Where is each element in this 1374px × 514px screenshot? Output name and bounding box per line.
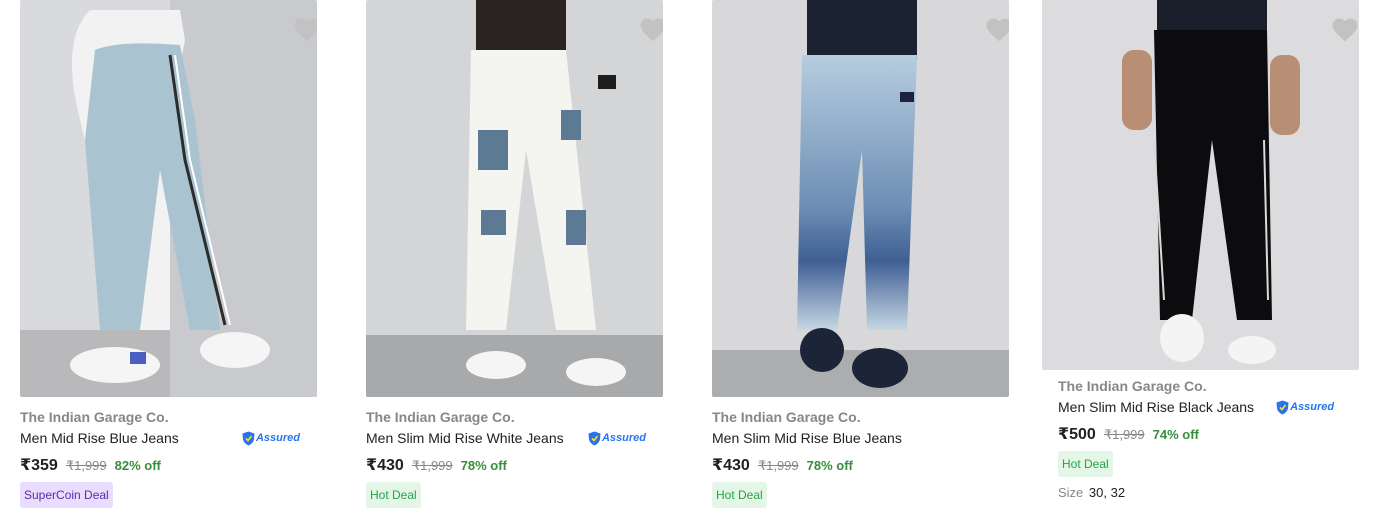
supercoin-deal-badge: SuperCoin Deal — [20, 482, 113, 508]
product-image[interactable] — [1042, 0, 1359, 370]
discount-percent: 74% off — [1152, 427, 1199, 442]
assured-label: Assured — [1290, 401, 1335, 413]
price-row: ₹359 ₹1,999 82% off — [20, 455, 318, 477]
product-image[interactable] — [366, 0, 663, 397]
product-image[interactable] — [20, 0, 317, 397]
product-photo — [712, 0, 1009, 397]
product-photo — [1042, 0, 1359, 370]
selling-price: ₹430 — [712, 457, 750, 474]
assured-shield-icon — [242, 431, 255, 445]
product-brand: The Indian Garage Co. — [20, 409, 169, 425]
assured-shield-icon — [1276, 400, 1289, 414]
product-name-row: Men Slim Mid Rise White Jeans Assured — [366, 427, 664, 449]
discount-percent: 78% off — [460, 458, 507, 473]
selling-price: ₹430 — [366, 457, 404, 474]
selling-price: ₹359 — [20, 457, 58, 474]
product-image[interactable] — [712, 0, 1009, 397]
assured-badge: Assured — [242, 431, 300, 446]
assured-label: Assured — [601, 432, 646, 444]
discount-percent: 82% off — [114, 458, 161, 473]
product-name-row: Men Mid Rise Blue Jeans Assured — [20, 427, 318, 449]
heart-icon[interactable] — [1330, 15, 1359, 45]
product-photo — [366, 0, 663, 397]
hot-deal-badge: Hot Deal — [366, 482, 421, 508]
selling-price: ₹500 — [1058, 426, 1096, 443]
price-row: ₹430 ₹1,999 78% off — [366, 455, 664, 477]
discount-percent: 78% off — [806, 458, 853, 473]
product-grid: The Indian Garage Co. Men Mid Rise Blue … — [0, 0, 1374, 514]
assured-label: Assured — [255, 432, 300, 444]
original-price: ₹1,999 — [411, 458, 453, 473]
product-name[interactable]: Men Slim Mid Rise Black Jeans — [1058, 397, 1254, 417]
assured-badge: Assured — [588, 431, 646, 446]
original-price: ₹1,999 — [65, 458, 107, 473]
original-price: ₹1,999 — [757, 458, 799, 473]
product-name[interactable]: Men Slim Mid Rise White Jeans — [366, 428, 564, 448]
size-label: Size — [1058, 485, 1084, 500]
product-info: The Indian Garage Co. Men Slim Mid Rise … — [712, 397, 1010, 508]
size-info: Size 30, 32 — [1058, 485, 1360, 500]
product-brand: The Indian Garage Co. — [366, 409, 515, 425]
product-card[interactable]: The Indian Garage Co. Men Slim Mid Rise … — [366, 0, 664, 508]
size-values: 30, 32 — [1088, 485, 1126, 500]
heart-icon[interactable] — [984, 15, 1009, 45]
product-brand: The Indian Garage Co. — [712, 409, 861, 425]
product-name[interactable]: Men Mid Rise Blue Jeans — [20, 428, 179, 448]
product-info: The Indian Garage Co. Men Mid Rise Blue … — [20, 397, 318, 508]
product-info: The Indian Garage Co. Men Slim Mid Rise … — [1042, 370, 1360, 500]
original-price: ₹1,999 — [1103, 427, 1145, 442]
assured-badge: Assured — [1276, 400, 1334, 415]
product-card[interactable]: The Indian Garage Co. Men Mid Rise Blue … — [20, 0, 318, 508]
product-info: The Indian Garage Co. Men Slim Mid Rise … — [366, 397, 664, 508]
product-card[interactable]: The Indian Garage Co. Men Slim Mid Rise … — [1042, 0, 1360, 500]
product-card[interactable]: The Indian Garage Co. Men Slim Mid Rise … — [712, 0, 1010, 508]
hot-deal-badge: Hot Deal — [712, 482, 767, 508]
product-name-row: Men Slim Mid Rise Blue Jeans — [712, 427, 1010, 449]
product-name-row: Men Slim Mid Rise Black Jeans Assured — [1058, 396, 1360, 418]
product-name[interactable]: Men Slim Mid Rise Blue Jeans — [712, 428, 902, 448]
assured-shield-icon — [588, 431, 601, 445]
product-brand: The Indian Garage Co. — [1058, 378, 1207, 394]
product-photo — [20, 0, 317, 397]
heart-icon[interactable] — [638, 15, 663, 45]
price-row: ₹500 ₹1,999 74% off — [1058, 424, 1360, 446]
heart-icon[interactable] — [292, 15, 317, 45]
hot-deal-badge: Hot Deal — [1058, 451, 1113, 477]
price-row: ₹430 ₹1,999 78% off — [712, 455, 1010, 477]
